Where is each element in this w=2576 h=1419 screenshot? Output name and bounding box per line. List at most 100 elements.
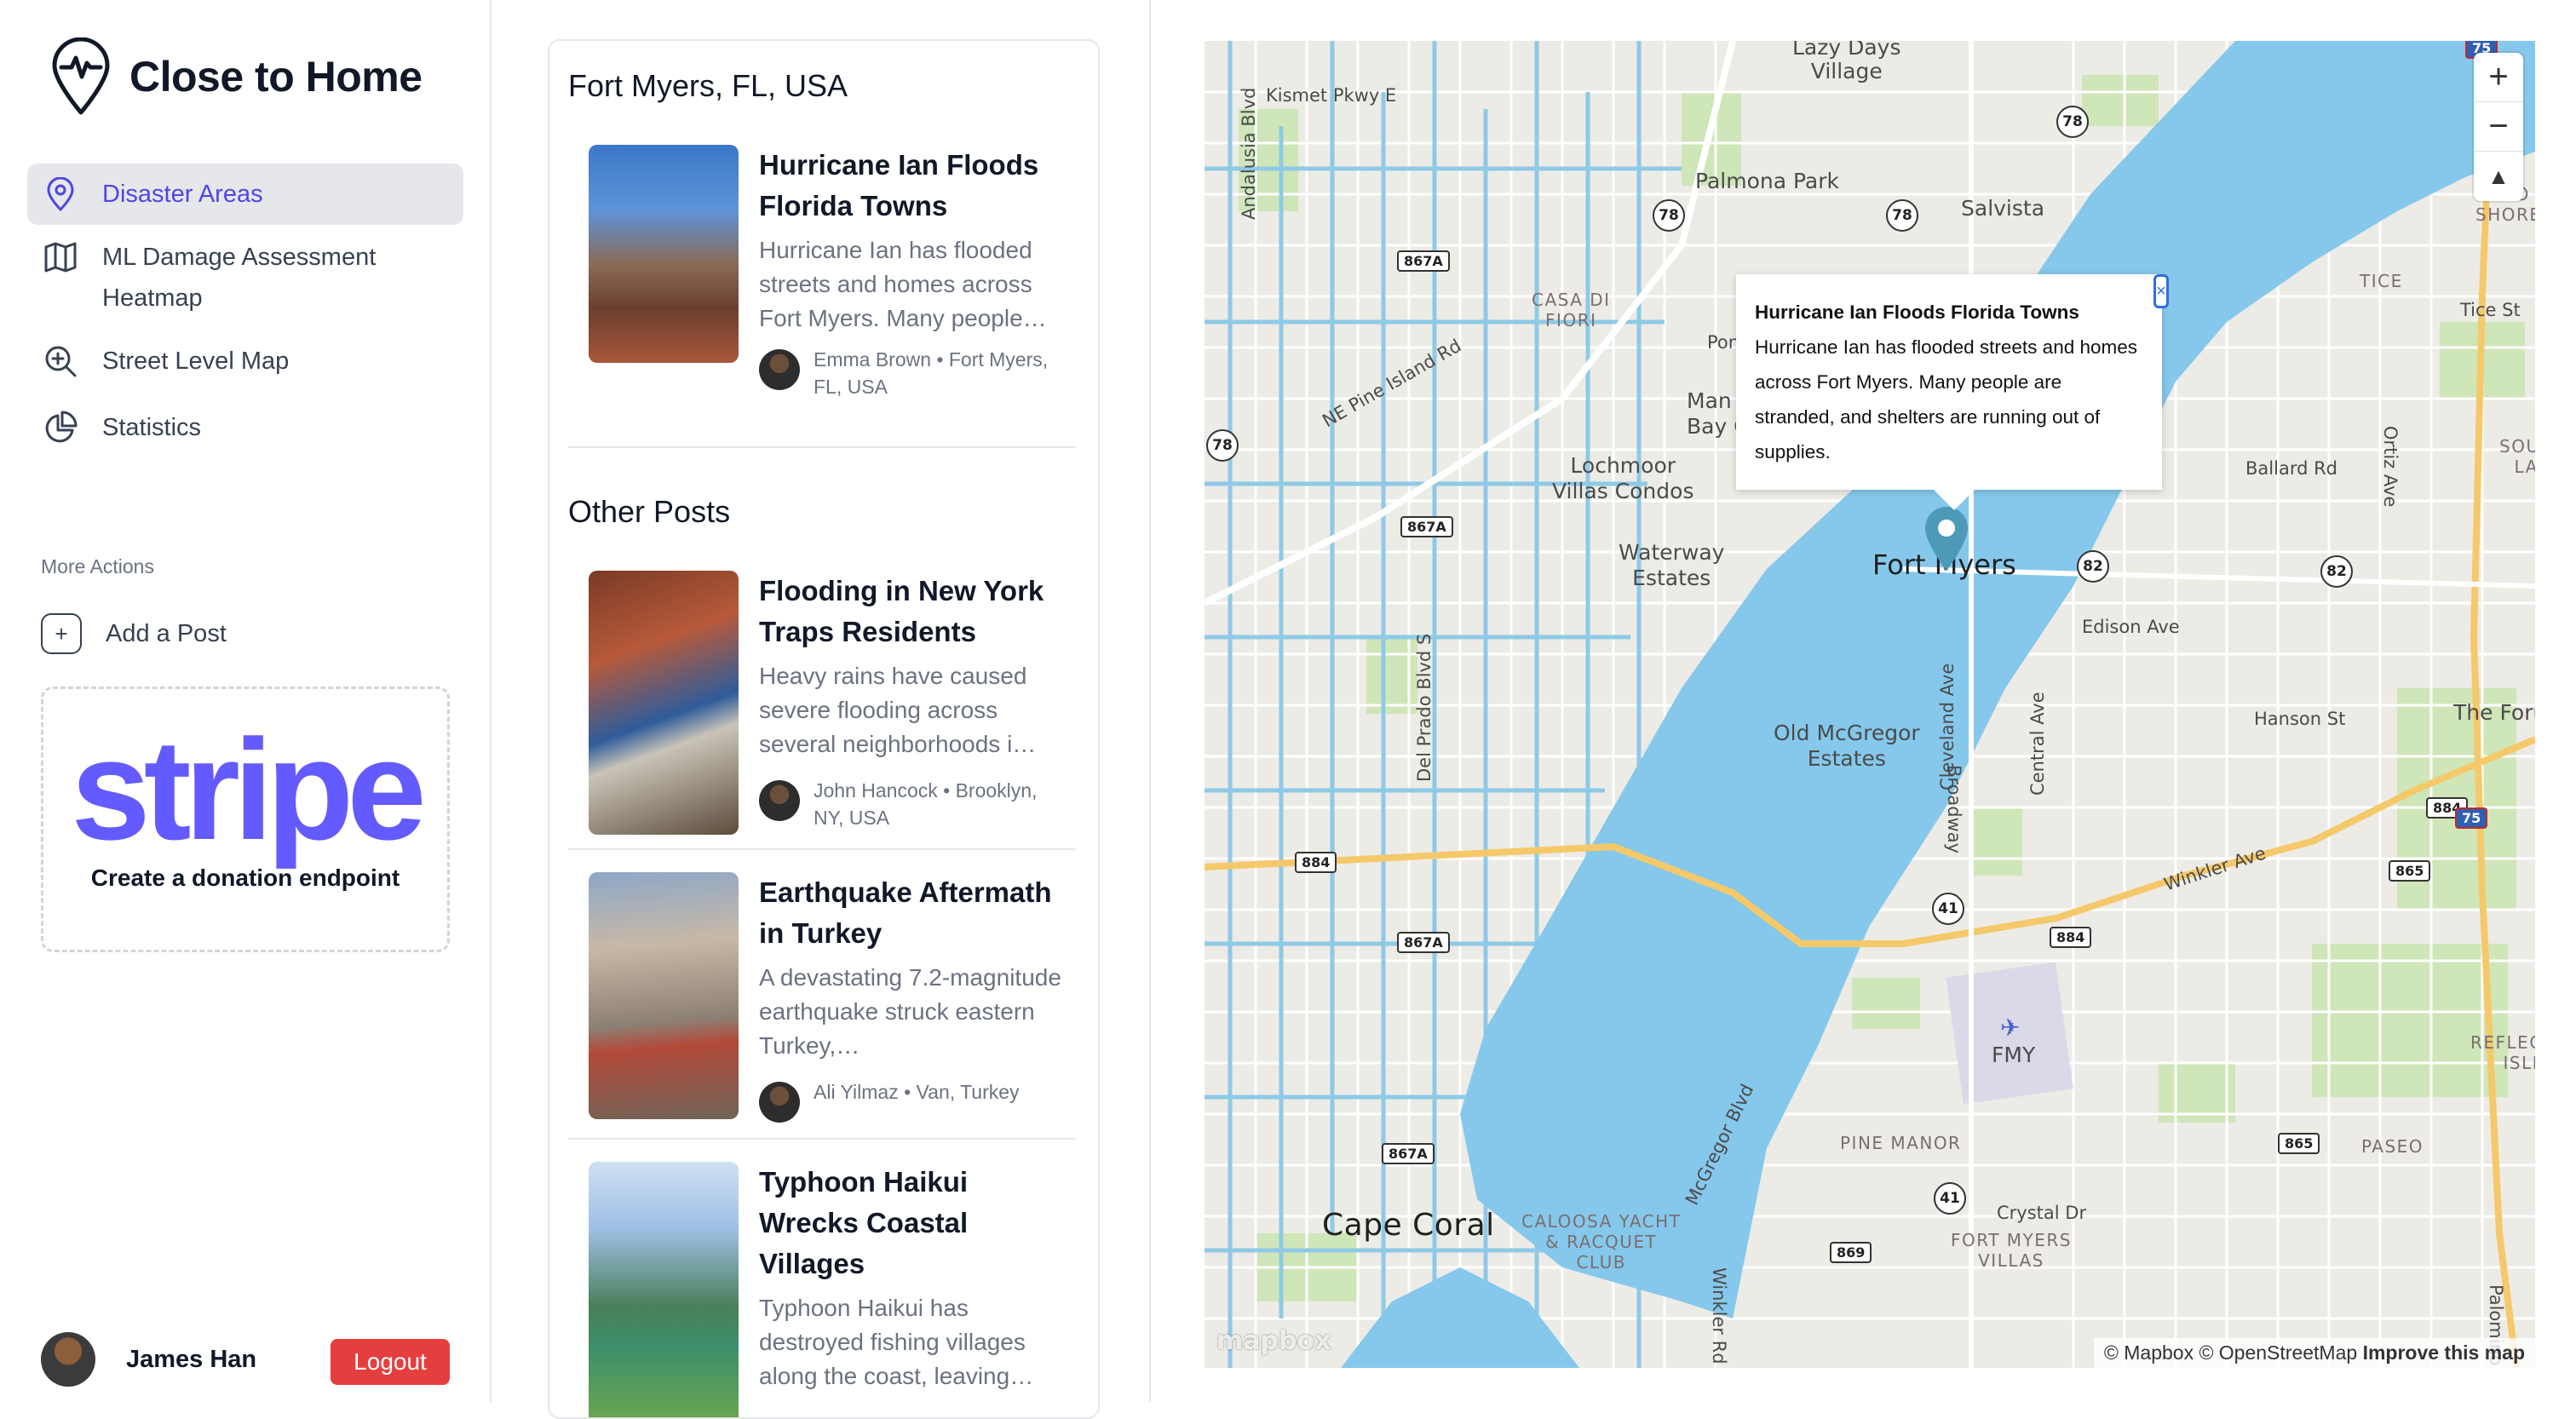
zoom-controls: + − ▲ <box>2474 53 2523 201</box>
improve-map-link[interactable]: Improve this map <box>2363 1341 2525 1364</box>
app-name: Close to Home <box>129 53 423 101</box>
nav-label: Street Level Map <box>102 348 290 375</box>
post-thumbnail <box>589 571 739 835</box>
pie-chart-icon <box>43 407 78 448</box>
route-shield: 865 <box>2278 1133 2320 1154</box>
zoom-in-icon <box>43 341 78 382</box>
map-label: Winkler Rd <box>1709 1267 1729 1364</box>
post-meta: John Hancock • Brooklyn, NY, USA <box>759 777 1066 831</box>
map-popup: Hurricane Ian Floods Florida Towns Hurri… <box>1736 274 2169 510</box>
feed-column: Fort Myers, FL, USA Hurricane Ian Floods… <box>493 0 1151 1419</box>
map-label: Old McGregor Estates <box>1774 721 1920 771</box>
popup-title: Hurricane Ian Floods Florida Towns <box>1755 302 2079 323</box>
donation-endpoint-card[interactable]: stripe Create a donation endpoint <box>41 687 450 952</box>
post-thumbnail <box>589 1162 739 1417</box>
post-excerpt: Hurricane Ian has flooded streets and ho… <box>759 237 1047 331</box>
route-shield: 78 <box>1886 199 1918 232</box>
map-label: Crystal Dr <box>1997 1203 2087 1223</box>
list-item[interactable]: Typhoon Haikui Wrecks Coastal Villages T… <box>589 1162 1074 1417</box>
map-label: The Foru <box>2453 700 2535 725</box>
other-posts-title: Other Posts <box>568 494 731 529</box>
map-marker-icon[interactable] <box>1922 504 1971 572</box>
avatar <box>41 1332 95 1387</box>
location-title: Fort Myers, FL, USA <box>568 68 848 103</box>
nav-label: Statistics <box>102 414 202 441</box>
map-label: SOUTH LAK <box>2499 436 2535 477</box>
route-shield: 869 <box>1830 1242 1872 1263</box>
route-shield: 78 <box>2056 106 2089 138</box>
county-shield: 867A <box>1382 1143 1435 1164</box>
post-excerpt: Heavy rains have caused severe flooding … <box>759 663 1037 757</box>
brand[interactable]: Close to Home <box>49 37 423 116</box>
map-label: Ortiz Ave <box>2380 426 2401 508</box>
map-label: Hanson St <box>2254 709 2346 729</box>
city-label-cape-coral: Cape Coral <box>1322 1208 1495 1243</box>
heartbeat-pin-logo-icon <box>52 37 110 115</box>
add-post-button[interactable]: + Add a Post <box>41 613 227 654</box>
user-name: James Han <box>126 1345 257 1373</box>
map-label: REFLECTION ISLES <box>2470 1032 2535 1073</box>
route-shield: 82 <box>2320 555 2353 588</box>
map-label: Lochmoor Villas Condos <box>1552 453 1694 503</box>
map-label: Kismet Pkwy E <box>1266 85 1397 106</box>
map-label: Edison Ave <box>2082 617 2180 637</box>
nav-label: ML Damage Assessment Heatmap <box>102 244 377 312</box>
airport-icon: ✈ <box>2000 1014 2021 1042</box>
featured-post[interactable]: Hurricane Ian Floods Florida Towns Hurri… <box>589 145 1074 400</box>
route-shield: 41 <box>1934 1182 1966 1215</box>
author-avatar <box>759 349 800 390</box>
mapbox-logo[interactable]: mapbox <box>1216 1326 1331 1356</box>
disaster-map[interactable]: Lazy Days Village Kismet Pkwy E Palmona … <box>1205 41 2535 1368</box>
map-label: Tice St <box>2460 300 2521 320</box>
map-label: CALOOSA YACHT & RACQUET CLUB <box>1521 1211 1682 1273</box>
logout-button[interactable]: Logout <box>331 1339 450 1385</box>
map-label: Broadway <box>1944 765 1964 854</box>
nav-disaster-areas[interactable]: Disaster Areas <box>27 164 463 225</box>
post-thumbnail <box>589 145 739 363</box>
posts-panel[interactable]: Fort Myers, FL, USA Hurricane Ian Floods… <box>548 39 1100 1419</box>
popup-close-button[interactable]: × <box>2153 274 2169 308</box>
interstate-shield: 75 <box>2455 807 2488 829</box>
popup-body: Hurricane Ian has flooded streets and ho… <box>1755 336 2138 462</box>
post-title: Hurricane Ian Floods Florida Towns <box>759 149 1039 221</box>
route-shield: 78 <box>1206 429 1239 462</box>
divider <box>568 446 1076 448</box>
post-meta: Emma Brown • Fort Myers, FL, USA <box>759 346 1062 400</box>
list-item[interactable]: Earthquake Aftermath in Turkey A devasta… <box>589 872 1074 1123</box>
plus-icon: + <box>41 613 82 654</box>
post-excerpt: Typhoon Haikui has destroyed fishing vil… <box>759 1295 1034 1389</box>
compass-button[interactable]: ▲ <box>2474 152 2523 201</box>
post-author: Emma Brown • Fort Myers, FL, USA <box>814 348 1049 398</box>
sidebar: Close to Home Disaster Areas ML Damage A… <box>0 0 492 1402</box>
county-shield: 867A <box>1397 932 1450 953</box>
post-meta: Ali Yilmaz • Van, Turkey <box>759 1078 1066 1123</box>
county-shield: 867A <box>1397 250 1450 272</box>
map-label: FMY <box>1992 1043 2036 1067</box>
map-label: Lazy Days Village <box>1792 41 1901 83</box>
map-label: Andalusia Blvd <box>1239 87 1259 220</box>
nav-street-level-map[interactable]: Street Level Map <box>27 330 463 392</box>
route-shield: 865 <box>2389 860 2431 882</box>
map-label: Del Prado Blvd S <box>1414 633 1435 782</box>
map-label: CASA DI FIORI <box>1532 290 1611 330</box>
user-profile[interactable]: James Han <box>41 1332 256 1387</box>
map-icon <box>43 237 78 278</box>
map-label: PASEO <box>2361 1136 2424 1157</box>
attribution-text[interactable]: © Mapbox © OpenStreetMap <box>2104 1341 2357 1364</box>
nav-statistics[interactable]: Statistics <box>27 397 463 458</box>
post-thumbnail <box>589 872 739 1119</box>
map-label: Pon <box>1707 332 1740 353</box>
route-shield: 41 <box>1932 893 1964 925</box>
post-title: Earthquake Aftermath in Turkey <box>759 876 1052 949</box>
post-excerpt: A devastating 7.2-magnitude earthquake s… <box>759 964 1061 1059</box>
route-shield: 78 <box>1653 199 1685 232</box>
zoom-in-button[interactable]: + <box>2474 53 2523 102</box>
zoom-out-button[interactable]: − <box>2474 102 2523 152</box>
post-author: John Hancock • Brooklyn, NY, USA <box>814 779 1038 829</box>
route-shield: 884 <box>2050 927 2092 948</box>
map-label: PINE MANOR <box>1840 1133 1962 1153</box>
map-label: Ballard Rd <box>2245 458 2338 479</box>
nav-ml-damage-heatmap[interactable]: ML Damage Assessment Heatmap <box>27 230 463 325</box>
post-title: Flooding in New York Traps Residents <box>759 575 1044 647</box>
list-item[interactable]: Flooding in New York Traps Residents Hea… <box>589 571 1074 835</box>
